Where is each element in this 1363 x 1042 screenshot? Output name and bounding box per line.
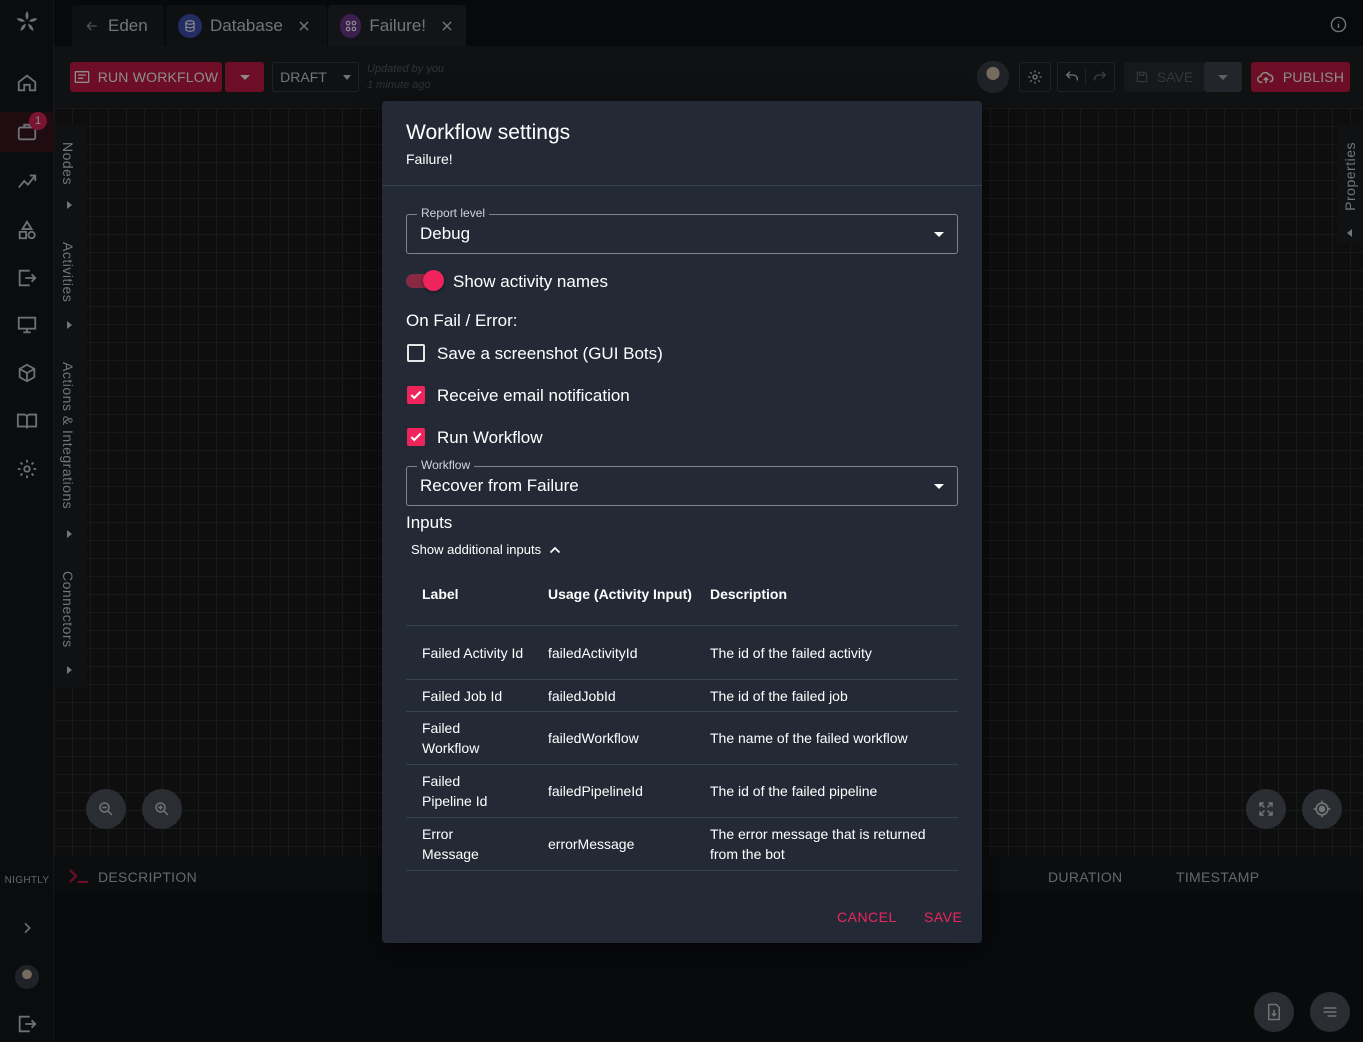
inputs-table: Label Usage (Activity Input) Description…: [406, 562, 958, 871]
cancel-button[interactable]: CANCEL: [837, 909, 897, 925]
header-description: Description: [710, 585, 788, 602]
row-description: The id of the failed job: [710, 687, 848, 704]
table-row[interactable]: Failed Workflow failedWorkflow The name …: [406, 712, 958, 765]
report-level-select[interactable]: Report level Debug: [406, 206, 958, 254]
row-usage: failedActivityId: [548, 644, 638, 661]
run-workflow-label: Run Workflow: [437, 428, 543, 447]
row-description: The id of the failed pipeline: [710, 783, 878, 799]
row-label: Failed Job Id: [422, 687, 503, 704]
run-workflow-checkbox[interactable]: [407, 428, 425, 446]
row-label: Error Message: [422, 826, 479, 862]
save-button[interactable]: SAVE: [924, 909, 962, 925]
row-usage: errorMessage: [548, 836, 635, 852]
table-row[interactable]: Failed Activity Id failedActivityId The …: [406, 626, 958, 680]
row-usage: failedJobId: [548, 687, 616, 704]
email-notification-checkbox[interactable]: [407, 386, 425, 404]
show-additional-inputs-toggle[interactable]: Show additional inputs: [411, 542, 561, 557]
toggle-knob: [423, 270, 444, 291]
table-row[interactable]: Failed Pipeline Id failedPipelineId The …: [406, 765, 958, 818]
show-activity-names-label: Show activity names: [453, 272, 608, 291]
email-notification-label: Receive email notification: [437, 386, 630, 405]
chevron-up-icon: [549, 546, 561, 553]
save-screenshot-label: Save a screenshot (GUI Bots): [437, 344, 663, 363]
chevron-down-icon: [934, 484, 944, 489]
inputs-heading: Inputs: [406, 513, 453, 532]
show-additional-inputs-label: Show additional inputs: [411, 542, 542, 557]
workflow-select-label: Workflow: [417, 458, 475, 472]
row-description: The error message that is returned from …: [710, 826, 926, 862]
row-label: Failed Activity Id: [422, 644, 524, 661]
header-usage: Usage (Activity Input): [548, 585, 692, 602]
divider: [382, 185, 982, 186]
report-level-value: Debug: [420, 224, 471, 243]
checkmark-icon: [410, 390, 422, 400]
table-row[interactable]: Failed Job Id failedJobId The id of the …: [406, 680, 958, 712]
table-row[interactable]: Error Message errorMessage The error mes…: [406, 818, 958, 871]
chevron-down-icon: [934, 232, 944, 237]
row-label: Failed Pipeline Id: [422, 773, 488, 809]
dialog-subtitle: Failure!: [406, 151, 453, 167]
row-usage: failedWorkflow: [548, 730, 639, 746]
show-activity-names-toggle[interactable]: [406, 270, 446, 291]
save-screenshot-checkbox[interactable]: [407, 344, 425, 362]
checkmark-icon: [410, 432, 422, 442]
row-description: The id of the failed activity: [710, 644, 872, 661]
header-label: Label: [422, 585, 459, 602]
workflow-select[interactable]: Workflow Recover from Failure: [406, 458, 958, 506]
row-usage: failedPipelineId: [548, 783, 643, 799]
workflow-select-value: Recover from Failure: [420, 476, 579, 495]
on-fail-heading: On Fail / Error:: [406, 311, 518, 330]
row-description: The name of the failed workflow: [710, 730, 908, 746]
dialog-title: Workflow settings: [406, 121, 571, 144]
report-level-label: Report level: [417, 206, 490, 220]
table-header-row: Label Usage (Activity Input) Description: [406, 562, 958, 626]
row-label: Failed Workflow: [422, 720, 480, 756]
workflow-settings-dialog: Workflow settings Failure! Report level …: [382, 101, 982, 943]
